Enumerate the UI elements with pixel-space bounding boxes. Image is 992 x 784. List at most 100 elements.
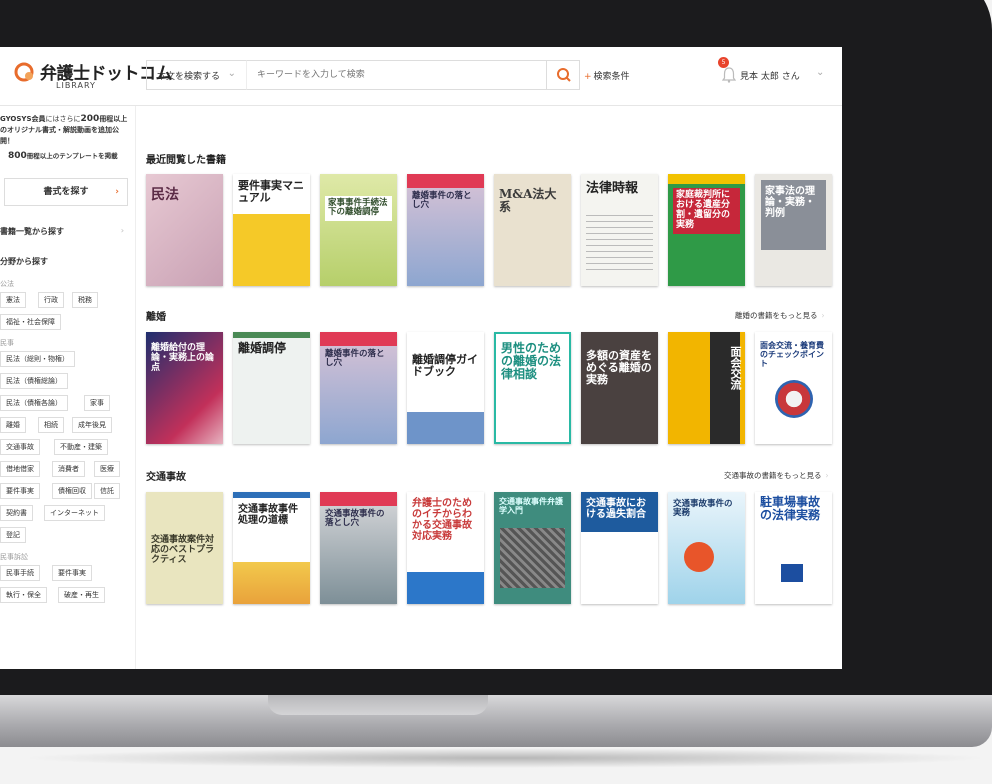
- plus-icon: +: [584, 72, 592, 82]
- chevron-right-icon: ›: [120, 226, 124, 235]
- divorce-more-label: 離婚の書籍をもっと見る: [735, 311, 818, 320]
- book-title: 交通事故事件処理の道標: [238, 504, 298, 526]
- tag-elements[interactable]: 要件事実: [0, 483, 40, 499]
- tag-welfare[interactable]: 福祉・社会保障: [0, 314, 61, 330]
- book-card[interactable]: 駐車場事故の法律実務: [755, 492, 832, 604]
- find-templates-button[interactable]: 書式を探す ›: [4, 178, 128, 206]
- book-card[interactable]: 家事法の理論・実務・判例: [755, 174, 832, 286]
- tag-civil-procedure[interactable]: 民事手続: [0, 565, 40, 581]
- book-card[interactable]: 民法: [146, 174, 223, 286]
- promo-count: 200: [80, 114, 100, 124]
- tag-internet[interactable]: インターネット: [44, 505, 105, 521]
- book-card[interactable]: 離婚給付の理論・実務上の論点: [146, 332, 223, 444]
- tag-registration[interactable]: 登記: [0, 527, 26, 543]
- bell-icon[interactable]: [722, 67, 736, 83]
- book-card[interactable]: 交通事故における過失割合: [581, 492, 658, 604]
- book-title: 交通事故案件対応のベストプラクティス: [151, 535, 215, 565]
- search-input[interactable]: [246, 60, 546, 90]
- book-title: 離婚事件の落とし穴: [325, 349, 385, 369]
- laptop-notch: [268, 695, 488, 715]
- search-scope-select[interactable]: 本文を検索する ⌄: [146, 60, 246, 90]
- section-title-traffic: 交通事故: [146, 472, 186, 483]
- traffic-more-link[interactable]: 交通事故の書籍をもっと見る ›: [724, 470, 829, 481]
- book-card[interactable]: 離婚調停: [233, 332, 310, 444]
- book-card[interactable]: 男性のための離婚の法律相談: [494, 332, 571, 444]
- tag-medical[interactable]: 医療: [94, 461, 120, 477]
- tag-execution[interactable]: 執行・保全: [0, 587, 47, 603]
- logo-subtitle: LIBRARY: [56, 81, 96, 90]
- book-title: 家事法の理論・実務・判例: [765, 186, 815, 219]
- user-menu[interactable]: 5 見本 太郎 さん ⌄: [718, 57, 828, 91]
- tag-contracts[interactable]: 契約書: [0, 505, 33, 521]
- promo-middle: にはさらに: [45, 115, 81, 123]
- book-title: 交通事故事件弁護学入門: [499, 497, 563, 515]
- book-title: M&A法大系: [499, 187, 557, 215]
- book-card[interactable]: 面会交流: [668, 332, 745, 444]
- tag-elements-2[interactable]: 要件事実: [52, 565, 92, 581]
- tag-lease[interactable]: 借地借家: [0, 461, 40, 477]
- tag-civil-general[interactable]: 民法（総則・物権）: [0, 351, 75, 367]
- book-cover-band: [233, 214, 310, 286]
- book-title: 離婚給付の理論・実務上の論点: [151, 343, 215, 373]
- tag-consumer[interactable]: 消費者: [52, 461, 85, 477]
- section-title-divorce: 離婚: [146, 312, 166, 323]
- book-cover-art: [775, 380, 813, 418]
- book-card[interactable]: 要件事実マニュアル: [233, 174, 310, 286]
- book-card[interactable]: 弁護士のためのイチからわかる交通事故対応実務: [407, 492, 484, 604]
- tag-real-estate[interactable]: 不動産・建築: [54, 439, 108, 455]
- book-title: 離婚調停: [238, 341, 287, 355]
- tag-constitution[interactable]: 憲法: [0, 292, 26, 308]
- tag-guardianship[interactable]: 成年後見: [72, 417, 112, 433]
- tag-family[interactable]: 家事: [84, 395, 110, 411]
- book-card[interactable]: 交通事故事件の実務: [668, 492, 745, 604]
- book-title: 交通事故における過失割合: [586, 498, 646, 520]
- book-title: 多額の資産をめぐる離婚の実務: [586, 349, 652, 387]
- book-cover-lines: [586, 210, 653, 270]
- book-card[interactable]: 法律時報: [581, 174, 658, 286]
- tag-inheritance[interactable]: 相続: [38, 417, 64, 433]
- tag-civil-obligations-specific[interactable]: 民法（債権各論）: [0, 395, 68, 411]
- tag-traffic[interactable]: 交通事故: [0, 439, 40, 455]
- book-title: 家庭裁判所における遺産分割・遺留分の実務: [673, 188, 740, 234]
- book-cover-band: [320, 492, 397, 506]
- search-button[interactable]: [546, 60, 580, 90]
- tag-bankruptcy[interactable]: 破産・再生: [58, 587, 105, 603]
- divorce-more-link[interactable]: 離婚の書籍をもっと見る ›: [735, 310, 825, 321]
- sidebar: GYOSYS会員にはさらに200冊程以上のオリジナル書式・解説動画を追加公開！ …: [0, 106, 136, 669]
- user-name: 見本 太郎 さん: [740, 72, 800, 82]
- book-card[interactable]: 家庭裁判所における遺産分割・遺留分の実務: [668, 174, 745, 286]
- search-conditions-link[interactable]: + 検索条件: [584, 69, 630, 82]
- book-card[interactable]: 交通事故事件弁護学入門: [494, 492, 571, 604]
- template-count-text: 800冊程以上のテンプレートを掲載: [8, 150, 118, 161]
- book-cover-art: [500, 528, 565, 588]
- tag-administrative[interactable]: 行政: [38, 292, 64, 308]
- tag-divorce[interactable]: 離婚: [0, 417, 26, 433]
- book-title: 民法: [151, 187, 179, 203]
- book-card[interactable]: 交通事故案件対応のベストプラクティス: [146, 492, 223, 604]
- book-card[interactable]: 面会交流・養育費のチェックポイント: [755, 332, 832, 444]
- logo[interactable]: 弁護士ドットコム LIBRARY: [14, 57, 173, 97]
- book-title: 交通事故事件の実務: [673, 499, 733, 519]
- book-card[interactable]: M&A法大系: [494, 174, 571, 286]
- category-civil-procedure: 民事訴訟: [0, 553, 28, 561]
- book-list-link[interactable]: 書籍一覧から探す ›: [0, 226, 128, 237]
- book-card[interactable]: 離婚事件の落とし穴: [320, 332, 397, 444]
- chevron-right-icon: ›: [821, 311, 825, 320]
- book-card[interactable]: 多額の資産をめぐる離婚の実務: [581, 332, 658, 444]
- tag-debt-collection[interactable]: 債権回収: [52, 483, 92, 499]
- book-card[interactable]: 交通事故事件処理の道標: [233, 492, 310, 604]
- book-title: 法律時報: [586, 181, 639, 196]
- tag-tax[interactable]: 税務: [72, 292, 98, 308]
- book-cover-band: [407, 572, 484, 604]
- book-cover-band: [233, 492, 310, 498]
- book-card[interactable]: 家事事件手続法下の離婚調停: [320, 174, 397, 286]
- chevron-down-icon: ⌄: [227, 68, 236, 79]
- tag-civil-obligations-general[interactable]: 民法（債権総論）: [0, 373, 68, 389]
- book-card[interactable]: 交通事故事件の落とし穴: [320, 492, 397, 604]
- category-public: 公法: [0, 280, 14, 288]
- book-card[interactable]: 離婚事件の落とし穴: [407, 174, 484, 286]
- tag-trust[interactable]: 信託: [94, 483, 120, 499]
- book-title: 交通事故事件の落とし穴: [325, 509, 385, 529]
- search-icon: [557, 68, 571, 82]
- book-card[interactable]: 離婚調停ガイドブック: [407, 332, 484, 444]
